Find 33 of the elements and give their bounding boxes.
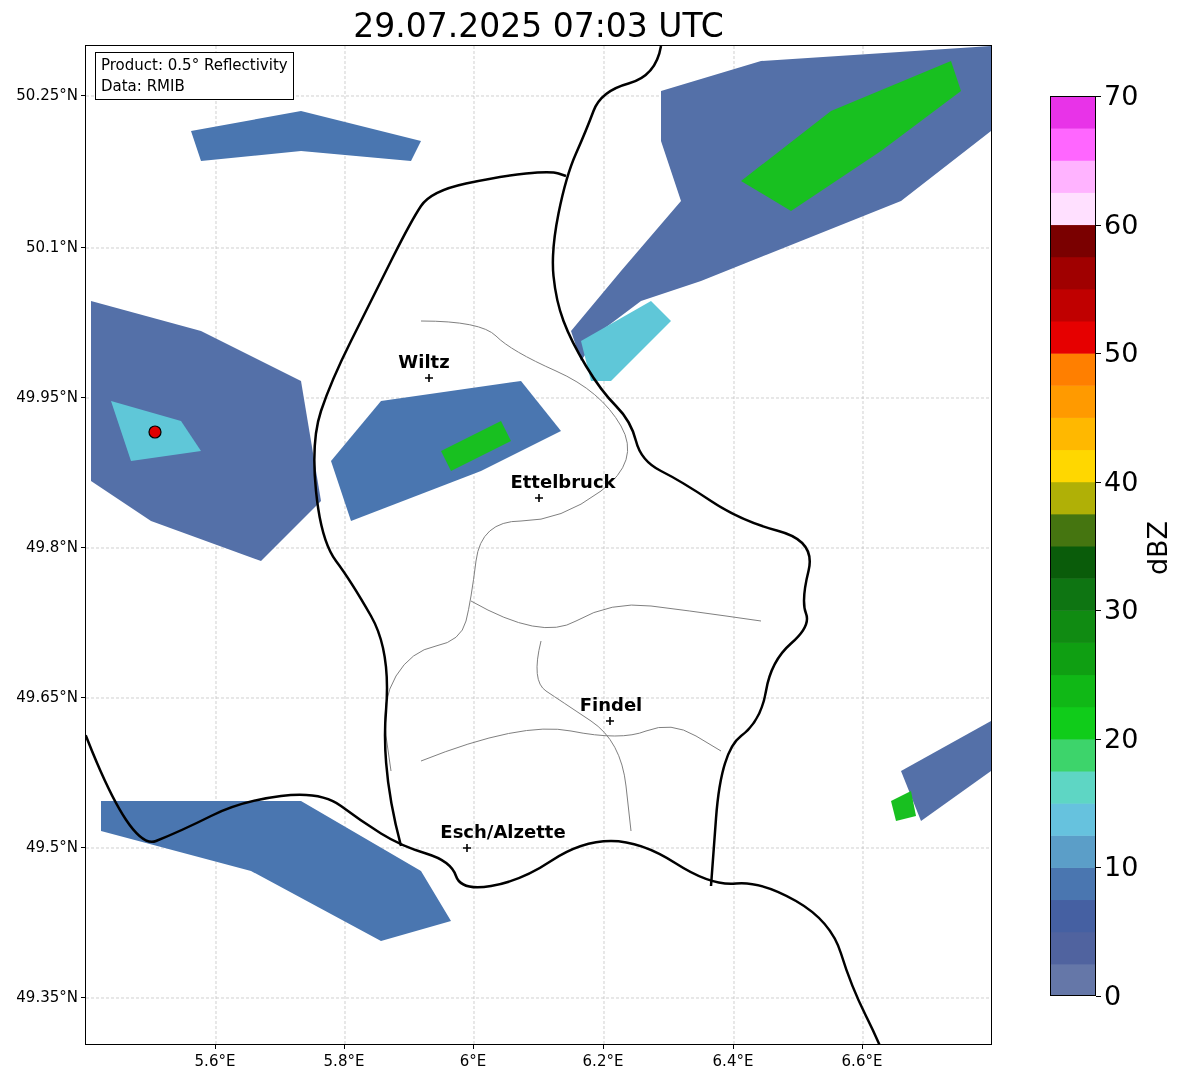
- colorbar-tick-label: 30: [1104, 595, 1139, 626]
- colorbar-tick-label: 20: [1104, 723, 1139, 754]
- colorbar-tick-label: 40: [1104, 466, 1139, 497]
- colorbar-tick-label: 0: [1104, 981, 1122, 1011]
- chart-title: 29.07.2025 07:03 UTC: [352, 5, 725, 47]
- city-label: Ettelbruck: [510, 471, 616, 493]
- axis-tick-label: 6.6°E: [841, 1052, 883, 1070]
- axis-tick-label: 50.1°N: [25, 238, 78, 256]
- crosshair-icon: [425, 374, 433, 382]
- axis-tick-label: 6.2°E: [582, 1052, 624, 1070]
- crosshair-icon: [463, 844, 471, 852]
- colorbar-tick-label: 50: [1104, 338, 1139, 369]
- city-label: Wiltz: [398, 351, 450, 373]
- axis-tick-label: 6.4°E: [712, 1052, 754, 1070]
- axis-tick-label: 5.6°E: [194, 1052, 236, 1070]
- crosshair-icon: [606, 717, 614, 725]
- colorbar-label: dBZ: [1143, 520, 1173, 576]
- colorbar-tick-label: 60: [1104, 209, 1139, 240]
- axis-tick-label: 49.5°N: [25, 838, 78, 856]
- info-text: Data: RMIB: [101, 76, 186, 97]
- axis-tick-label: 49.8°N: [25, 538, 78, 556]
- crosshair-icon: [535, 494, 543, 502]
- city-label: Findel: [579, 694, 643, 716]
- axis-tick-label: 50.25°N: [16, 86, 78, 104]
- axis-tick-label: 49.65°N: [16, 688, 78, 706]
- colorbar-tick-label: 10: [1104, 852, 1139, 883]
- info-text: Product: 0.5° Reflectivity: [101, 55, 288, 76]
- axis-tick-label: 5.8°E: [323, 1052, 365, 1070]
- axis-tick-label: 6°E: [459, 1052, 487, 1070]
- colorbar-tick-label: 70: [1104, 81, 1139, 111]
- axis-tick-label: 49.95°N: [16, 388, 78, 406]
- axis-tick-label: 49.35°N: [16, 988, 78, 1006]
- city-label: Esch/Alzette: [440, 821, 566, 843]
